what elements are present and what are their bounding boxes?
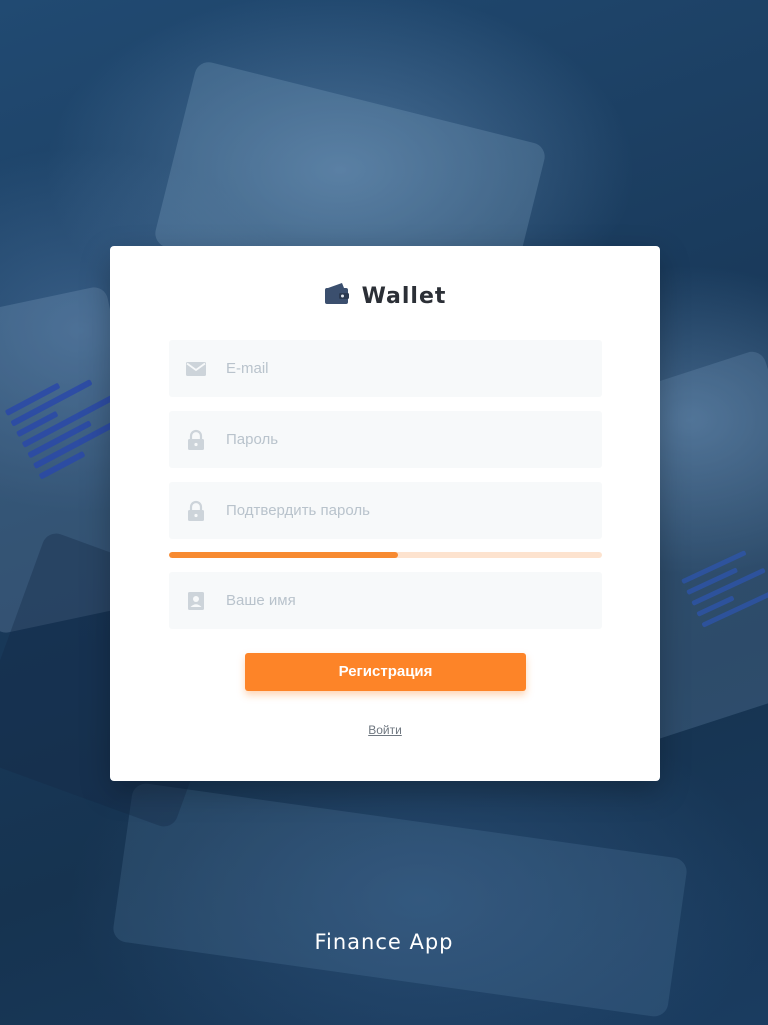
lock-icon xyxy=(185,429,207,451)
name-placeholder: Ваше имя xyxy=(226,592,296,609)
wallet-icon xyxy=(324,282,350,311)
contact-card-icon xyxy=(185,590,207,612)
password-placeholder: Пароль xyxy=(226,431,279,448)
lock-icon xyxy=(185,500,207,522)
brand-logo: Wallet xyxy=(110,282,660,311)
registration-card: Wallet E-mail Пароль Подтвердить пароль … xyxy=(110,246,660,781)
mail-icon xyxy=(185,358,207,380)
confirm-password-placeholder: Подтвердить пароль xyxy=(226,502,370,519)
password-field[interactable]: Пароль xyxy=(169,411,602,468)
name-field[interactable]: Ваше имя xyxy=(169,572,602,629)
email-placeholder: E-mail xyxy=(226,360,269,377)
register-button[interactable]: Регистрация xyxy=(245,653,526,691)
background-keyboard-shape xyxy=(111,781,689,1019)
brand-name: Wallet xyxy=(361,284,447,309)
login-link[interactable]: Войти xyxy=(110,723,660,737)
app-name: Finance App xyxy=(314,930,454,954)
password-strength-fill xyxy=(169,552,399,558)
confirm-password-field[interactable]: Подтвердить пароль xyxy=(169,482,602,539)
email-field[interactable]: E-mail xyxy=(169,340,602,397)
password-strength-bar xyxy=(169,552,602,558)
